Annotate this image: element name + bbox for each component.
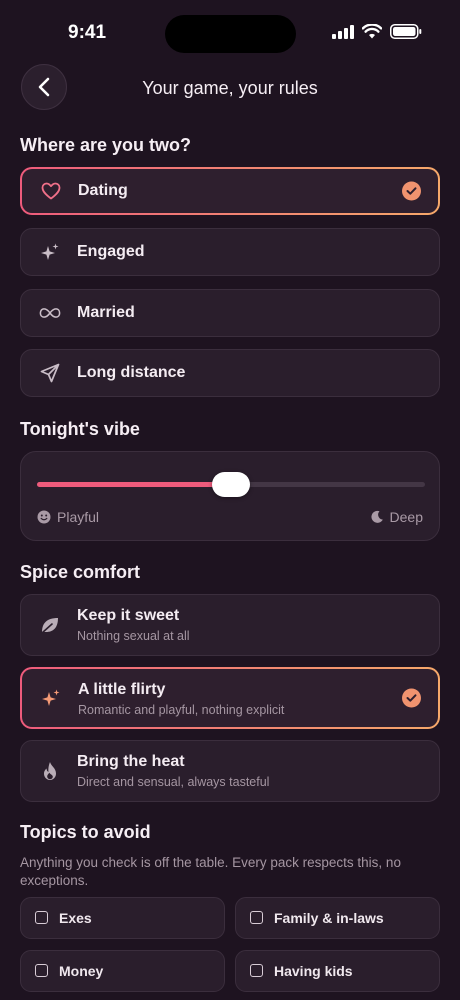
- relationship-option-dating[interactable]: Dating: [20, 167, 440, 215]
- spice-subtitle: Nothing sexual at all: [77, 629, 190, 643]
- topics-description: Anything you check is off the table. Eve…: [20, 855, 401, 888]
- checkmark-icon: [402, 181, 421, 201]
- section-title-topics: Topics to avoid: [20, 822, 151, 842]
- vibe-slider-track[interactable]: [37, 472, 425, 497]
- option-label: Engaged: [77, 243, 145, 260]
- checkbox[interactable]: [35, 911, 48, 924]
- sparkle-icon: [39, 241, 61, 263]
- wifi-icon: [362, 24, 382, 39]
- vibe-slider-thumb[interactable]: [212, 472, 250, 497]
- dynamic-island: [165, 15, 296, 53]
- leaf-icon: [39, 614, 61, 636]
- topic-chip-exes[interactable]: Exes: [20, 897, 225, 939]
- checkbox[interactable]: [250, 964, 263, 977]
- spice-option-flirty[interactable]: A little flirty Romantic and playful, no…: [20, 667, 440, 729]
- relationship-option-long-distance[interactable]: Long distance: [20, 349, 440, 397]
- vibe-left-label: Playful: [37, 509, 99, 525]
- section-title-spice: Spice comfort: [20, 562, 141, 582]
- topic-label: Having kids: [274, 963, 353, 979]
- paper-plane-icon: [39, 362, 61, 384]
- checkbox[interactable]: [35, 964, 48, 977]
- vibe-slider-fill: [37, 482, 231, 487]
- cellular-signal-icon: [332, 24, 354, 39]
- moon-icon: [371, 510, 383, 523]
- topic-label: Family & in-laws: [274, 910, 384, 926]
- topic-chip-family[interactable]: Family & in-laws: [235, 897, 440, 939]
- checkmark-icon: [402, 688, 421, 708]
- option-label: Long distance: [77, 364, 186, 381]
- status-bar: 9:41: [0, 0, 460, 64]
- topic-label: Exes: [59, 910, 92, 926]
- checkbox[interactable]: [250, 911, 263, 924]
- deep-label: Deep: [389, 509, 423, 525]
- topic-chip-kids[interactable]: Having kids: [235, 950, 440, 992]
- spice-title: Keep it sweet: [77, 607, 180, 624]
- infinity-icon: [39, 302, 61, 324]
- flame-icon: [39, 760, 61, 782]
- smiley-icon: [37, 510, 51, 524]
- header: Your game, your rules: [0, 64, 460, 116]
- topic-chip-money[interactable]: Money: [20, 950, 225, 992]
- vibe-slider-card: Playful Deep: [20, 451, 440, 541]
- vibe-right-label: Deep: [370, 509, 423, 525]
- topic-label: Money: [59, 963, 104, 979]
- status-time: 9:41: [68, 22, 107, 43]
- section-title-vibe: Tonight's vibe: [20, 419, 140, 439]
- spice-subtitle: Romantic and playful, nothing explicit: [78, 703, 285, 717]
- system-icons: [332, 24, 422, 39]
- option-label: Married: [77, 304, 135, 321]
- spice-title: Bring the heat: [77, 753, 185, 770]
- sparkle-icon: [40, 687, 62, 709]
- page-title: Your game, your rules: [142, 78, 318, 98]
- heart-icon: [40, 180, 62, 202]
- battery-icon: [390, 24, 422, 39]
- playful-label: Playful: [57, 509, 100, 525]
- relationship-option-engaged[interactable]: Engaged: [20, 228, 440, 276]
- spice-title: A little flirty: [78, 681, 166, 698]
- spice-option-heat[interactable]: Bring the heat Direct and sensual, alway…: [20, 740, 440, 802]
- spice-option-sweet[interactable]: Keep it sweet Nothing sexual at all: [20, 594, 440, 656]
- relationship-option-married[interactable]: Married: [20, 289, 440, 337]
- section-title-relationship: Where are you two?: [20, 135, 192, 155]
- option-label: Dating: [78, 182, 128, 199]
- spice-subtitle: Direct and sensual, always tasteful: [77, 775, 270, 789]
